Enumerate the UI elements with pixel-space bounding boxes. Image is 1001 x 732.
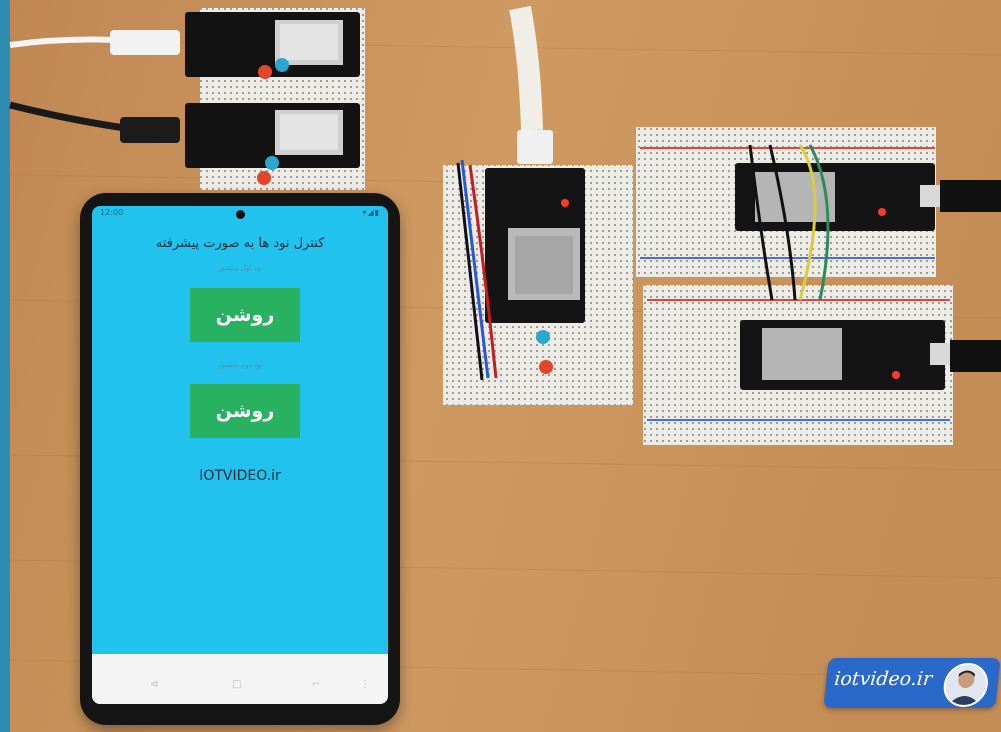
front-camera-icon bbox=[236, 210, 245, 219]
left-frame bbox=[0, 0, 10, 732]
menu-nav-icon[interactable]: ⋮ bbox=[360, 679, 370, 690]
watermark-logo: iotvideo.ir bbox=[823, 658, 1001, 708]
usb-cable-right-1 bbox=[940, 180, 1001, 212]
usb-cable-center bbox=[509, 5, 543, 131]
usb-cable-right-2 bbox=[950, 340, 1001, 372]
recent-nav-icon[interactable]: ⌐ bbox=[312, 679, 320, 690]
usb-plug-white bbox=[110, 30, 180, 55]
node2-toggle-button[interactable]: روشن bbox=[190, 384, 300, 438]
node1-toggle-button[interactable]: روشن bbox=[190, 288, 300, 342]
esp8266-board-1 bbox=[185, 12, 360, 79]
watermark-text: iotvideo.ir bbox=[833, 668, 934, 690]
led-red bbox=[539, 360, 553, 374]
status-time: 12:00 bbox=[100, 208, 124, 217]
avatar-icon bbox=[941, 663, 991, 707]
smartphone: 12:00 ▾◢▮ کنترل نود ها به صورت پیشرفته ن… bbox=[80, 193, 400, 725]
node1-label: نود اول سنسور bbox=[217, 264, 263, 272]
usb-plug-black bbox=[120, 117, 180, 143]
app-title: کنترل نود ها به صورت پیشرفته bbox=[155, 236, 325, 251]
footer-site-text: IOTVIDEO.ir bbox=[199, 468, 281, 484]
esp32-board-right-2 bbox=[740, 320, 950, 390]
status-icons: ▾◢▮ bbox=[362, 208, 380, 217]
phone-screen: 12:00 ▾◢▮ کنترل نود ها به صورت پیشرفته ن… bbox=[92, 206, 388, 704]
esp32-board-right-1 bbox=[735, 163, 940, 231]
home-nav-icon[interactable]: □ bbox=[232, 679, 241, 690]
back-nav-icon[interactable]: ⊲ bbox=[150, 679, 158, 690]
node2-label: نود دوم سنسور bbox=[217, 361, 263, 369]
led-blue bbox=[536, 330, 550, 344]
esp32-board-center bbox=[485, 168, 585, 323]
android-navbar: ⊲ □ ⌐ ⋮ bbox=[92, 654, 388, 704]
